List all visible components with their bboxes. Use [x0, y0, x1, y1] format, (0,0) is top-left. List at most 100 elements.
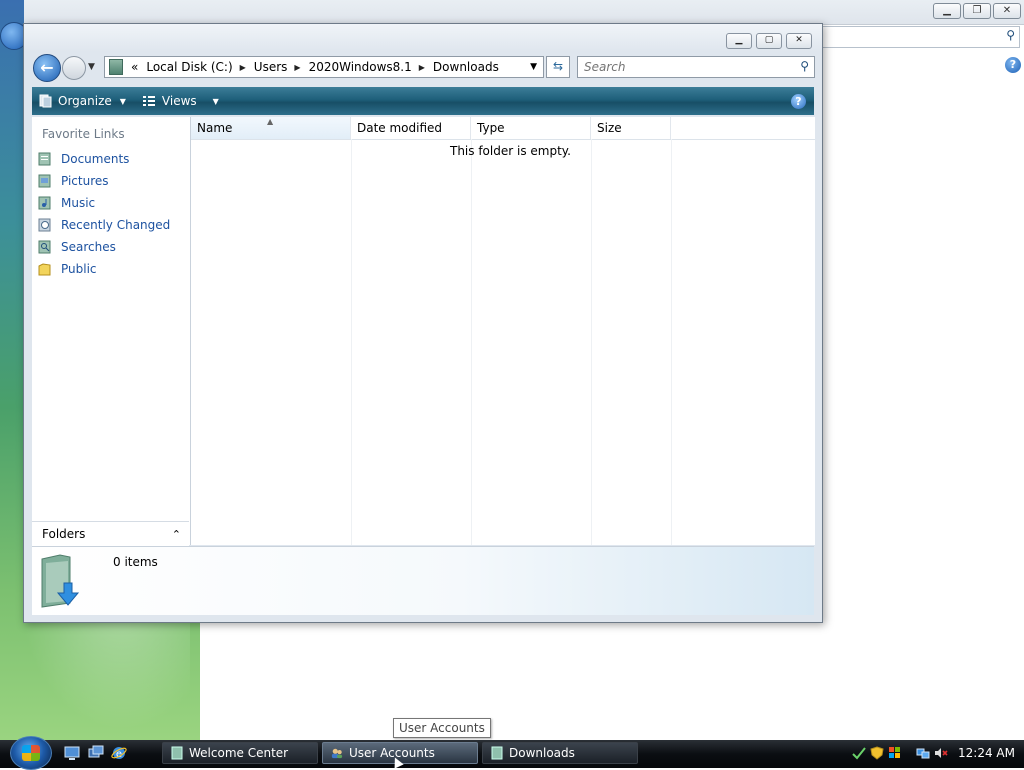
- window-titlebar: ▁ ▢ ✕: [24, 24, 822, 52]
- safely-remove-hardware-icon[interactable]: [852, 746, 866, 760]
- downloads-explorer-window: ▁ ▢ ✕ ← ▼ « Local Disk (C:) ▶ Users ▶ 20…: [23, 23, 823, 623]
- favorite-link-label: Searches: [61, 240, 116, 254]
- sort-ascending-icon: ▲: [267, 117, 274, 126]
- forward-button[interactable]: [62, 56, 86, 80]
- user-accounts-minimize-button[interactable]: ▁: [933, 3, 961, 19]
- address-bar[interactable]: « Local Disk (C:) ▶ Users ▶ 2020Windows8…: [104, 56, 544, 78]
- taskbar-item-welcome-center[interactable]: Welcome Center: [162, 742, 318, 764]
- switch-windows-icon[interactable]: [88, 745, 104, 761]
- views-icon: [142, 96, 155, 106]
- user-accounts-restore-button[interactable]: ❐: [963, 3, 991, 19]
- welcome-center-icon: [171, 746, 183, 760]
- command-bar: Organize ▼ Views ▼ ?: [32, 87, 814, 115]
- folder-location-icon: [109, 59, 123, 75]
- column-divider: [351, 139, 352, 545]
- column-header-date-modified[interactable]: Date modified: [351, 117, 471, 139]
- favorite-link-label: Recently Changed: [61, 218, 171, 232]
- breadcrumb-overflow[interactable]: «: [131, 60, 138, 74]
- favorite-link-pictures[interactable]: Pictures: [38, 171, 109, 191]
- user-accounts-search-field[interactable]: ⚲: [822, 26, 1020, 48]
- column-header-name[interactable]: ▲ Name: [191, 117, 351, 139]
- navigation-pane: Favorite Links Documents Pictures Music …: [32, 117, 191, 545]
- favorite-link-public[interactable]: Public: [38, 259, 97, 279]
- windows-update-icon[interactable]: [888, 746, 902, 760]
- favorite-link-label: Music: [61, 196, 96, 210]
- favorite-link-searches[interactable]: Searches: [38, 237, 116, 257]
- taskbar-tooltip: User Accounts: [393, 718, 491, 738]
- favorite-link-music[interactable]: Music: [38, 193, 95, 213]
- address-dropdown-icon[interactable]: ▼: [530, 62, 537, 72]
- user-accounts-help-icon[interactable]: ?: [1005, 57, 1021, 73]
- column-header-label: Size: [597, 121, 622, 135]
- column-divider: [671, 139, 672, 545]
- notification-area: 12:24 AM: [852, 742, 1024, 764]
- taskbar-item-label: Welcome Center: [189, 746, 289, 760]
- maximize-button[interactable]: ▢: [756, 33, 782, 49]
- windows-logo-icon: [22, 745, 40, 761]
- security-center-shield-icon[interactable]: [870, 746, 884, 760]
- chevron-up-icon[interactable]: ⌃: [172, 528, 181, 541]
- favorite-link-label: Pictures: [61, 174, 109, 188]
- back-button[interactable]: ←: [33, 54, 61, 82]
- column-header-type[interactable]: Type: [471, 117, 591, 139]
- breadcrumb-separator-icon[interactable]: ▶: [240, 63, 246, 72]
- documents-icon: [38, 152, 51, 166]
- folders-toggle[interactable]: Folders ⌃: [32, 521, 189, 546]
- column-header-label: Name: [197, 121, 233, 135]
- music-icon: [38, 196, 51, 210]
- chevron-down-icon[interactable]: ▼: [213, 97, 219, 106]
- taskbar-item-downloads[interactable]: Downloads: [482, 742, 638, 764]
- user-accounts-close-button[interactable]: ✕: [993, 3, 1021, 19]
- organize-label: Organize: [58, 94, 112, 108]
- taskbar-item-label: Downloads: [509, 746, 575, 760]
- favorite-links-heading: Favorite Links: [42, 127, 125, 141]
- chevron-down-icon: ▼: [119, 96, 126, 106]
- refresh-button[interactable]: ⇆: [546, 56, 570, 78]
- column-header-size[interactable]: Size: [591, 117, 671, 139]
- search-input[interactable]: [582, 57, 786, 77]
- searches-icon: [38, 240, 51, 254]
- public-folder-icon: [38, 263, 51, 276]
- pictures-icon: [38, 174, 51, 188]
- breadcrumb-separator-icon[interactable]: ▶: [294, 63, 300, 72]
- minimize-button[interactable]: ▁: [726, 33, 752, 49]
- breadcrumb-separator-icon[interactable]: ▶: [419, 63, 425, 72]
- column-divider: [591, 139, 592, 545]
- favorite-link-label: Public: [61, 262, 97, 276]
- column-header-label: Type: [477, 121, 505, 135]
- empty-folder-message: This folder is empty.: [450, 144, 571, 158]
- column-divider: [471, 139, 472, 545]
- network-icon[interactable]: [916, 746, 930, 760]
- user-accounts-icon: [331, 748, 343, 759]
- close-button[interactable]: ✕: [786, 33, 812, 49]
- user-accounts-titlebar: ▁ ❐ ✕: [24, 0, 1024, 25]
- search-icon[interactable]: ⚲: [800, 59, 809, 73]
- help-icon[interactable]: ?: [791, 93, 806, 109]
- favorite-link-documents[interactable]: Documents: [38, 149, 129, 169]
- system-clock[interactable]: 12:24 AM: [958, 746, 1015, 760]
- back-arrow-icon: ←: [40, 58, 54, 77]
- details-pane: 0 items: [32, 546, 814, 615]
- internet-explorer-icon[interactable]: e: [111, 745, 127, 761]
- show-desktop-icon[interactable]: [64, 745, 80, 761]
- volume-muted-icon[interactable]: [934, 746, 948, 760]
- organize-button[interactable]: Organize ▼: [32, 90, 132, 112]
- breadcrumb-downloads[interactable]: Downloads: [433, 60, 499, 74]
- breadcrumb-users[interactable]: Users: [254, 60, 288, 74]
- file-list-pane[interactable]: ▲ Name Date modified Type Size This fold…: [191, 117, 815, 545]
- column-header-label: Date modified: [357, 121, 443, 135]
- breadcrumb-local-disk[interactable]: Local Disk (C:): [146, 60, 232, 74]
- recent-pages-dropdown[interactable]: ▼: [88, 62, 95, 72]
- item-count: 0 items: [113, 555, 158, 569]
- views-label: Views: [161, 94, 197, 108]
- favorite-link-recently-changed[interactable]: Recently Changed: [38, 215, 170, 235]
- favorite-link-label: Documents: [61, 152, 130, 166]
- search-box[interactable]: ⚲: [577, 56, 815, 78]
- organize-icon: [39, 94, 52, 108]
- start-button[interactable]: [10, 736, 52, 770]
- views-button[interactable]: Views ▼: [136, 90, 225, 112]
- folders-label: Folders: [42, 527, 86, 541]
- breadcrumb-user-folder[interactable]: 2020Windows8.1: [309, 60, 412, 74]
- column-headers: ▲ Name Date modified Type Size: [191, 117, 815, 140]
- refresh-icon: ⇆: [552, 59, 564, 73]
